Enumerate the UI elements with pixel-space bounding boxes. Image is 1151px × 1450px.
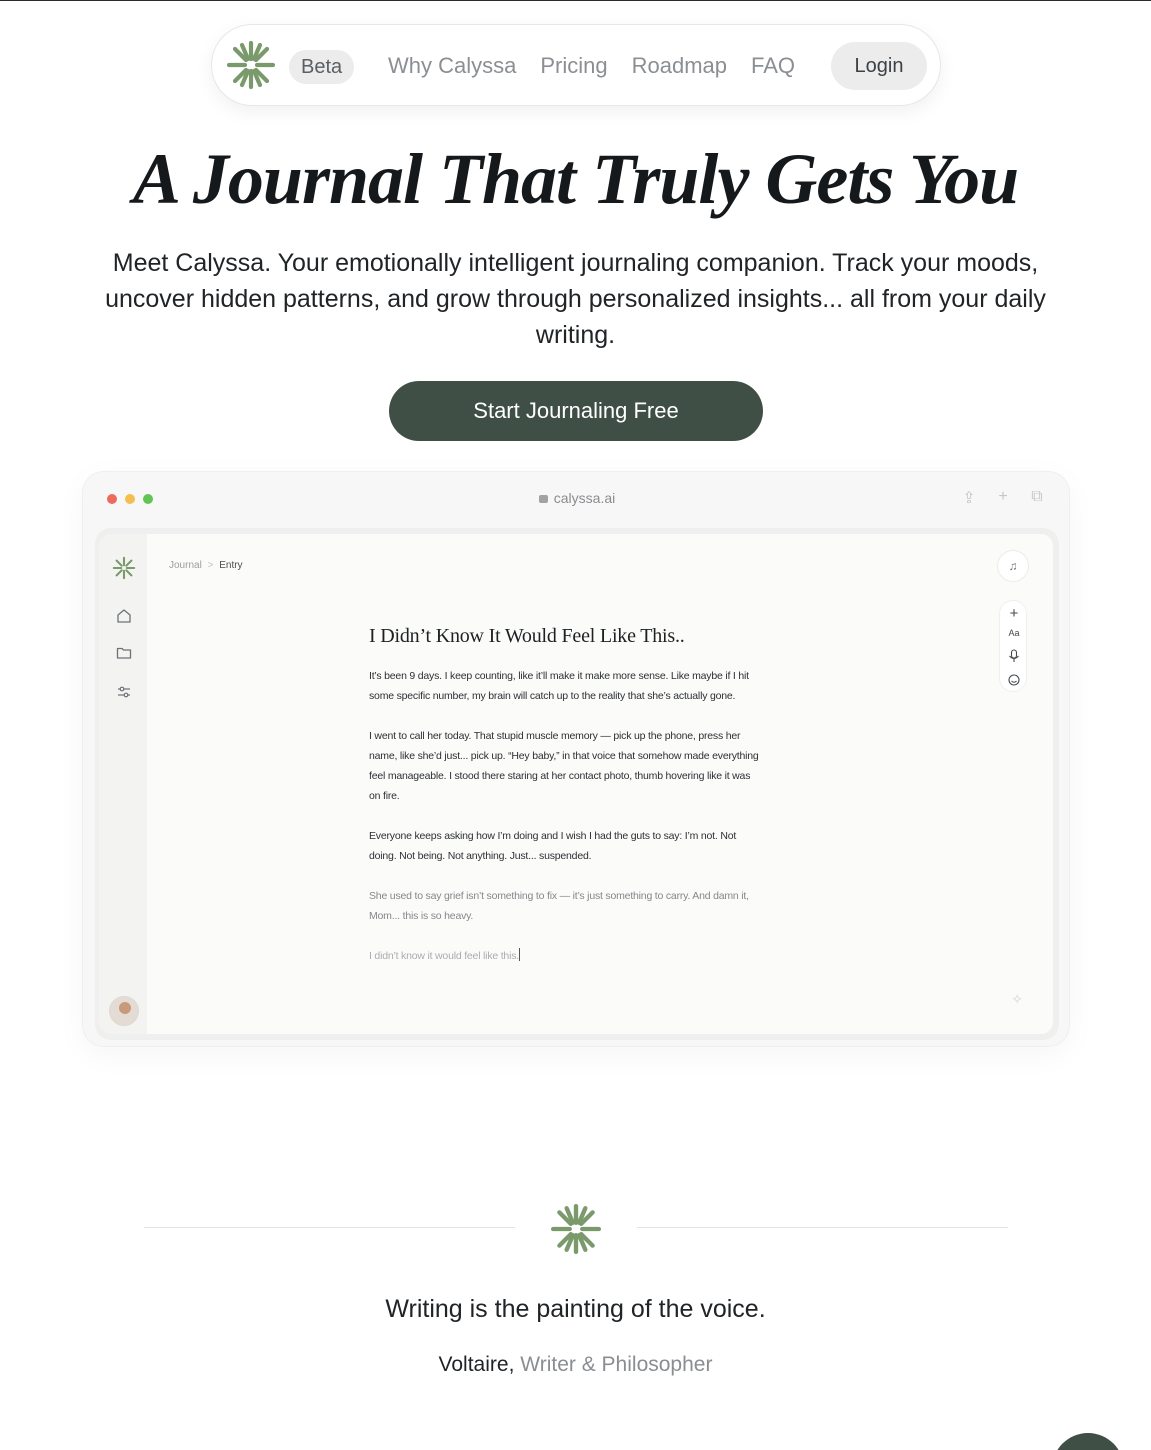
nav-link-why-calyssa[interactable]: Why Calyssa xyxy=(388,52,516,80)
entry-paragraph[interactable]: It’s been 9 days. I keep counting, like … xyxy=(369,666,759,706)
calyssa-logo-icon xyxy=(550,1203,602,1255)
browser-mockup: calyssa.ai ⇪ + ⧉ Journal > Entry ♫ + Aa … xyxy=(82,471,1070,1047)
nav-link-faq[interactable]: FAQ xyxy=(751,52,795,80)
app-sidebar xyxy=(99,534,147,1034)
journal-entry[interactable]: I Didn’t Know It Would Feel Like This.. … xyxy=(369,622,759,966)
quote-author-role: Writer & Philosopher xyxy=(520,1353,713,1376)
quote-text: Writing is the painting of the voice. xyxy=(385,1295,766,1323)
entry-title[interactable]: I Didn’t Know It Would Feel Like This.. xyxy=(369,622,759,650)
hero-subtext: Meet Calyssa. Your emotionally intellige… xyxy=(105,249,1046,349)
calyssa-logo-icon xyxy=(112,556,136,580)
quote-attribution: Voltaire, Writer & Philosopher xyxy=(0,1351,1151,1379)
entry-paragraph[interactable]: I went to call her today. That stupid mu… xyxy=(369,726,759,806)
entry-paragraph[interactable]: She used to say grief isn’t something to… xyxy=(369,886,759,926)
top-border xyxy=(0,0,1151,1)
quote-author: Voltaire, xyxy=(438,1353,515,1376)
editor-toolbar: + Aa xyxy=(999,600,1027,692)
breadcrumb-separator: > xyxy=(207,560,214,571)
url-text: calyssa.ai xyxy=(553,490,616,506)
sparkle-icon[interactable]: ✧ xyxy=(1011,991,1023,1008)
nav-links: Why Calyssa Pricing Roadmap FAQ xyxy=(388,52,819,80)
login-button[interactable]: Login xyxy=(831,42,927,90)
share-icon: ⇪ xyxy=(962,490,976,507)
folder-icon[interactable] xyxy=(115,644,133,662)
home-icon[interactable] xyxy=(115,607,133,625)
calyssa-logo-icon[interactable] xyxy=(225,39,277,91)
hero-headline: A Journal That Truly Gets You xyxy=(132,139,1019,219)
entry-typing-line[interactable]: I didn’t know it would feel like this. xyxy=(369,946,759,966)
beta-badge: Beta xyxy=(289,50,355,84)
lock-icon xyxy=(538,495,548,503)
editor-area: Journal > Entry ♫ + Aa I Didn’t Know It … xyxy=(147,534,1053,1034)
app-window: Journal > Entry ♫ + Aa I Didn’t Know It … xyxy=(95,528,1059,1040)
entry-typing-text: I didn’t know it would feel like this. xyxy=(369,950,519,962)
chat-fab-button[interactable] xyxy=(1052,1433,1124,1450)
entry-paragraph[interactable]: Everyone keeps asking how I’m doing and … xyxy=(369,826,759,866)
music-note-icon[interactable]: ♫ xyxy=(997,550,1029,582)
copy-icon: ⧉ xyxy=(1031,488,1043,505)
address-bar: calyssa.ai xyxy=(83,490,1071,506)
breadcrumb-journal[interactable]: Journal xyxy=(169,560,202,571)
breadcrumb: Journal > Entry xyxy=(169,560,243,571)
browser-actions: ⇪ + ⧉ xyxy=(961,488,1045,508)
microphone-icon[interactable] xyxy=(1000,649,1028,663)
start-journaling-button[interactable]: Start Journaling Free xyxy=(389,381,763,441)
nav-link-pricing[interactable]: Pricing xyxy=(540,52,607,80)
divider-right xyxy=(637,1227,1008,1228)
divider-left xyxy=(144,1227,515,1228)
nav-link-roadmap[interactable]: Roadmap xyxy=(632,52,727,80)
font-style-button[interactable]: Aa xyxy=(1000,628,1028,638)
text-cursor xyxy=(518,948,520,961)
top-nav: Beta Why Calyssa Pricing Roadmap FAQ Log… xyxy=(211,24,941,106)
plus-icon: + xyxy=(998,488,1008,505)
breadcrumb-entry: Entry xyxy=(219,560,243,571)
sliders-icon[interactable] xyxy=(115,683,133,701)
emoji-icon[interactable] xyxy=(1000,673,1028,687)
avatar[interactable] xyxy=(109,996,139,1026)
add-block-icon[interactable]: + xyxy=(1000,605,1028,622)
